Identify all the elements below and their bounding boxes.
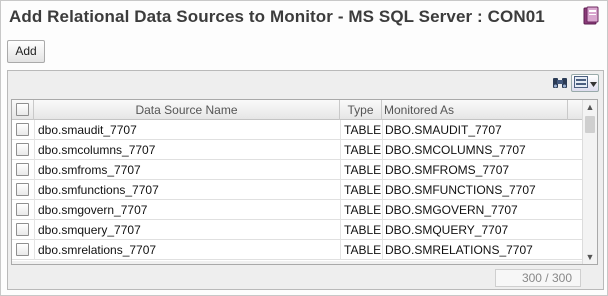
cell-monitored-as: DBO.SMCOLUMNS_7707 <box>385 143 526 157</box>
header-checkbox-cell <box>12 100 34 120</box>
add-button[interactable]: Add <box>7 40 45 63</box>
cell-monitored-as: DBO.SMGOVERN_7707 <box>385 203 518 217</box>
cell-type: TABLE <box>344 203 382 217</box>
cell-monitored-as: DBO.SMFROMS_7707 <box>385 163 510 177</box>
row-checkbox[interactable] <box>16 143 29 156</box>
select-all-checkbox[interactable] <box>16 103 29 116</box>
cell-name: dbo.smquery_7707 <box>38 223 141 237</box>
cell-type: TABLE <box>344 163 382 177</box>
table-header: Data Source Name Type Monitored As <box>12 100 582 120</box>
cell-type: TABLE <box>344 143 382 157</box>
cell-type: TABLE <box>344 223 382 237</box>
cell-name: dbo.smcolumns_7707 <box>38 143 156 157</box>
chevron-down-icon <box>589 76 597 90</box>
datasource-panel: Data Source Name Type Monitored As dbo.s… <box>7 70 604 290</box>
cell-name: dbo.smfroms_7707 <box>38 163 141 177</box>
cell-name: dbo.smgovern_7707 <box>38 203 148 217</box>
datasource-table: Data Source Name Type Monitored As dbo.s… <box>11 99 598 265</box>
binoculars-icon[interactable] <box>551 74 569 92</box>
table-row[interactable]: dbo.smrelations_7707 TABLE DBO.SMRELATIO… <box>12 240 582 260</box>
column-header-name[interactable]: Data Source Name <box>34 100 340 120</box>
dialog-window: Add Relational Data Sources to Monitor -… <box>0 0 608 296</box>
row-checkbox[interactable] <box>16 223 29 236</box>
row-checkbox[interactable] <box>16 163 29 176</box>
view-options-icon <box>573 75 588 91</box>
scroll-thumb[interactable] <box>585 116 595 133</box>
scroll-up-icon[interactable]: ▲ <box>583 100 597 114</box>
row-count-status: 300 / 300 <box>495 269 581 287</box>
cell-type: TABLE <box>344 243 382 257</box>
table-row[interactable]: dbo.smquery_7707 TABLE DBO.SMQUERY_7707 <box>12 220 582 240</box>
cell-name: dbo.smrelations_7707 <box>38 243 157 257</box>
help-book-icon[interactable] <box>582 6 600 26</box>
view-options-dropdown[interactable] <box>571 74 599 92</box>
scroll-down-icon[interactable]: ▼ <box>583 250 597 264</box>
window-title: Add Relational Data Sources to Monitor -… <box>9 7 545 26</box>
column-header-type[interactable]: Type <box>340 100 382 120</box>
cell-type: TABLE <box>344 123 382 137</box>
row-checkbox[interactable] <box>16 183 29 196</box>
table-row[interactable]: dbo.smfunctions_7707 TABLE DBO.SMFUNCTIO… <box>12 180 582 200</box>
horizontal-scrollbar[interactable] <box>12 261 582 264</box>
panel-toolbar <box>551 74 599 94</box>
cell-monitored-as: DBO.SMFUNCTIONS_7707 <box>385 183 536 197</box>
column-header-monitored-as[interactable]: Monitored As <box>382 100 568 120</box>
table-row[interactable]: dbo.smfroms_7707 TABLE DBO.SMFROMS_7707 <box>12 160 582 180</box>
cell-name: dbo.smaudit_7707 <box>38 123 137 137</box>
row-checkbox[interactable] <box>16 123 29 136</box>
table-row[interactable]: dbo.smcolumns_7707 TABLE DBO.SMCOLUMNS_7… <box>12 140 582 160</box>
row-checkbox[interactable] <box>16 243 29 256</box>
cell-monitored-as: DBO.SMRELATIONS_7707 <box>385 243 533 257</box>
table-row[interactable]: dbo.smgovern_7707 TABLE DBO.SMGOVERN_770… <box>12 200 582 220</box>
cell-type: TABLE <box>344 183 382 197</box>
table-row[interactable]: dbo.smaudit_7707 TABLE DBO.SMAUDIT_7707 <box>12 120 582 140</box>
cell-monitored-as: DBO.SMAUDIT_7707 <box>385 123 502 137</box>
row-checkbox[interactable] <box>16 203 29 216</box>
cell-name: dbo.smfunctions_7707 <box>38 183 159 197</box>
cell-monitored-as: DBO.SMQUERY_7707 <box>385 223 509 237</box>
vertical-scrollbar[interactable]: ▲ ▼ <box>582 100 597 264</box>
